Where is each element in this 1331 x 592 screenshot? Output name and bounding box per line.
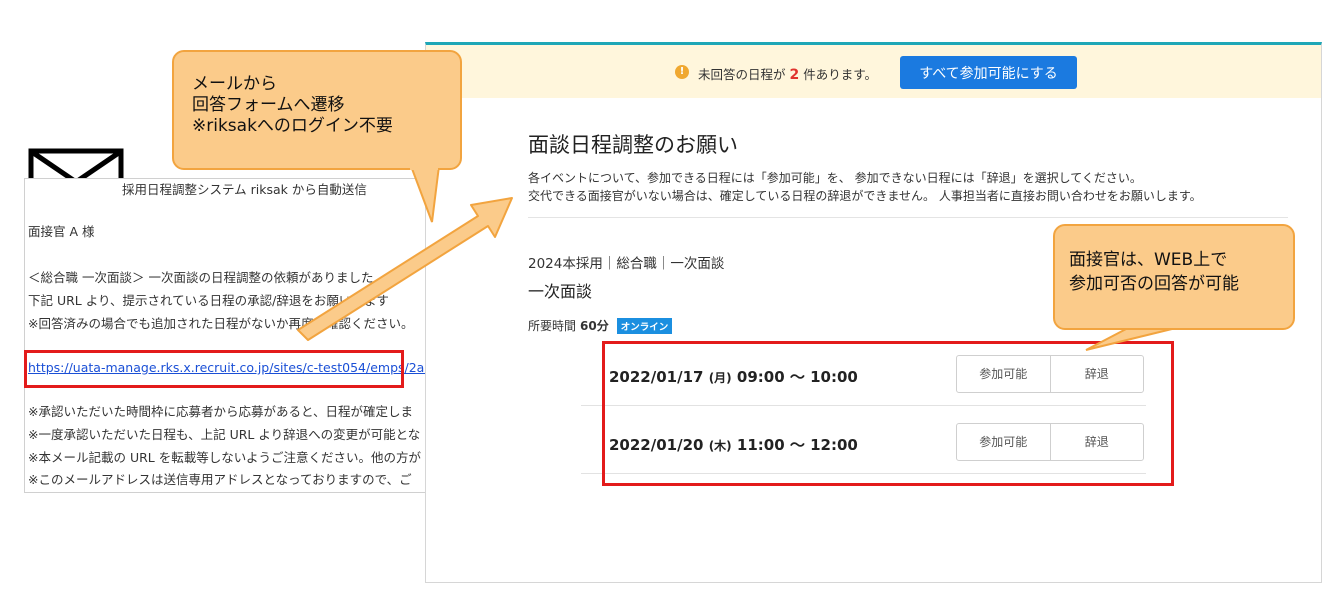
callout-seam (1130, 318, 1174, 328)
callout-line: メールから (192, 74, 277, 94)
arrow-icon (297, 197, 513, 341)
callout-pointer (1085, 327, 1177, 351)
callout-web-answer: 面接官は、WEB上で 参加可否の回答が可能 (1053, 224, 1295, 330)
callout-line: 参加可否の回答が可能 (1069, 274, 1239, 294)
callout-seam (410, 158, 438, 170)
callout-line: 回答フォームへ遷移 (192, 95, 345, 115)
callout-email-to-form: メールから 回答フォームへ遷移 ※riksakへのログイン不要 (172, 50, 462, 170)
callout-line: 面接官は、WEB上で (1069, 250, 1228, 270)
callout-line: ※riksakへのログイン不要 (192, 116, 393, 136)
